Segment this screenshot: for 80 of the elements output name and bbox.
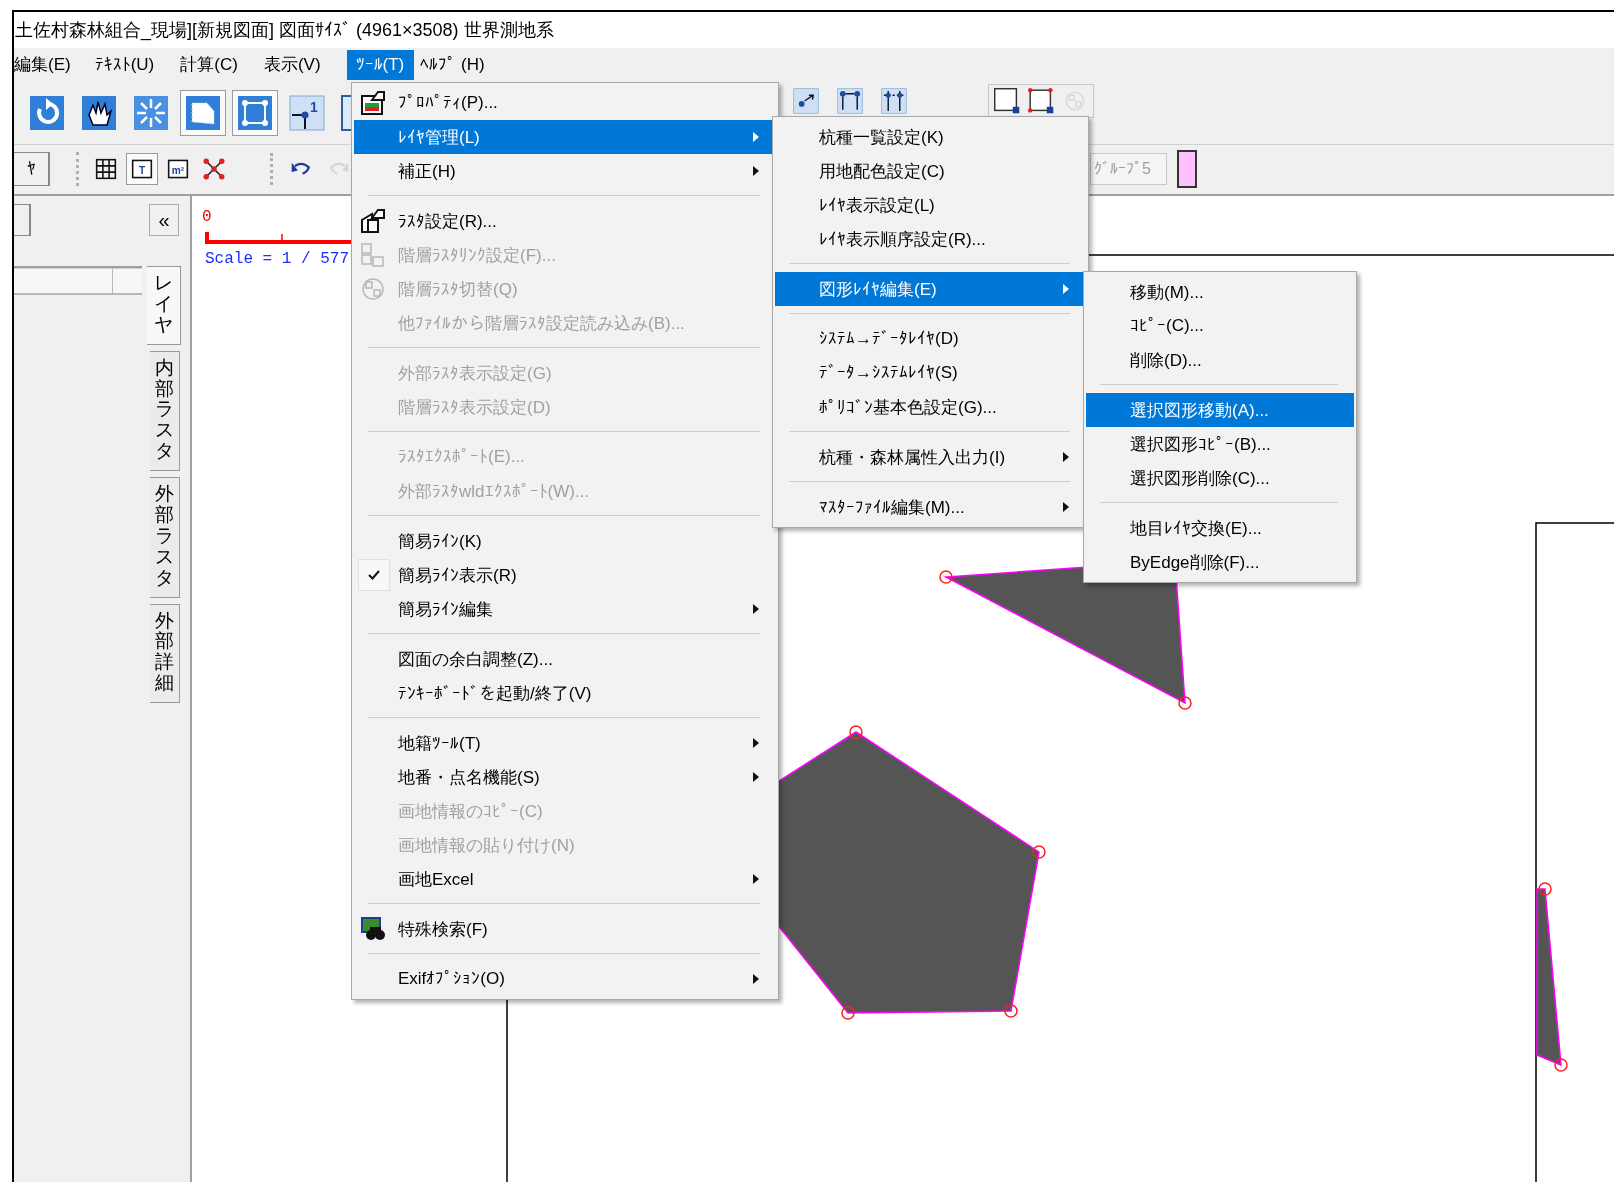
corner-nodes-icon: [1028, 88, 1054, 114]
menu-item[interactable]: ﾎﾟﾘｺﾞﾝ基本色設定(G)...: [775, 390, 1086, 424]
corner-nodes-button[interactable]: [1027, 87, 1055, 115]
menu-item[interactable]: 選択図形削除(C)...: [1086, 461, 1354, 495]
menu-item[interactable]: 地目ﾚｲﾔ交換(E)...: [1086, 511, 1354, 545]
menu-item[interactable]: ﾌﾟﾛﾊﾟﾃｨ(P)...: [354, 86, 776, 120]
node-dots-button[interactable]: [880, 87, 908, 115]
toolbar-grip: [76, 152, 82, 186]
menu-item[interactable]: ﾗｽﾀ設定(R)...: [354, 204, 776, 238]
raster-document-icon: [360, 208, 386, 234]
linked-frames-icon: [360, 242, 386, 268]
submenu-arrow-icon: [752, 737, 760, 749]
menu-item[interactable]: ﾃﾞｰﾀ→ｼｽﾃﾑﾚｲﾔ(S): [775, 356, 1086, 390]
menu-item[interactable]: 杭種一覧設定(K): [775, 120, 1086, 154]
circular-frames-icon: [360, 276, 386, 302]
menu-item[interactable]: 選択図形移動(A)...: [1086, 393, 1354, 427]
layer-button[interactable]: ﾔ: [14, 152, 50, 186]
menu-item[interactable]: 用地配色設定(C): [775, 154, 1086, 188]
submenu-arrow-icon: [1062, 283, 1070, 295]
node-link-button[interactable]: [836, 87, 864, 115]
menu-bar-item[interactable]: ﾂｰﾙ(T): [346, 50, 415, 80]
menu-item[interactable]: 選択図形ｺﾋﾟｰ(B)...: [1086, 427, 1354, 461]
submenu-arrow-icon: [752, 165, 760, 177]
menu-item[interactable]: ﾏｽﾀｰﾌｧｲﾙ編集(M)...: [775, 490, 1086, 524]
panel-button[interactable]: [14, 204, 31, 236]
menu-item[interactable]: Exifｵﾌﾟｼｮﾝ(O): [354, 962, 776, 996]
node-arrow-button[interactable]: [792, 87, 820, 115]
menu-item[interactable]: ｼｽﾃﾑ→ﾃﾞｰﾀﾚｲﾔ(D): [775, 322, 1086, 356]
starburst-icon: [133, 95, 169, 131]
menu-item[interactable]: 地籍ﾂｰﾙ(T): [354, 726, 776, 760]
side-tab[interactable]: 外部ラスタ: [150, 477, 180, 598]
side-tab[interactable]: レイヤ: [147, 266, 181, 345]
menu-bar-item[interactable]: ﾃｷｽﾄ(U): [94, 50, 167, 80]
menu-item[interactable]: ﾚｲﾔ表示順序設定(R)...: [775, 222, 1086, 256]
square-nodes-button[interactable]: [232, 90, 278, 136]
menu-item[interactable]: 簡易ﾗｲﾝ表示(R): [354, 558, 776, 592]
submenu-arrow-icon: [752, 131, 760, 143]
menu-item[interactable]: 簡易ﾗｲﾝ編集: [354, 592, 776, 626]
menu-item[interactable]: 地番・点名機能(S): [354, 760, 776, 794]
menu-item[interactable]: 図面の余白調整(Z)...: [354, 642, 776, 676]
menu-item[interactable]: 画地Excel: [354, 862, 776, 896]
side-tab[interactable]: 内部ラスタ: [150, 350, 180, 472]
menu-bar-item[interactable]: ﾍﾙﾌﾟ (H): [420, 50, 497, 80]
shape-frame-icon: [185, 95, 221, 131]
menu-bar-item[interactable]: 表示(V): [263, 50, 333, 80]
color-swatch[interactable]: [1177, 150, 1197, 188]
submenu-arrow-icon: [752, 603, 760, 615]
submenu-arrow-icon: [752, 873, 760, 885]
side-tab[interactable]: 外部詳細: [150, 603, 180, 704]
menu-item[interactable]: ﾚｲﾔ表示設定(L): [775, 188, 1086, 222]
submenu-arrow-icon: [1062, 501, 1070, 513]
scale-label: Scale = 1 / 577: [205, 250, 350, 268]
binoculars-icon: [360, 916, 386, 942]
submenu-arrow-icon: [1062, 451, 1070, 463]
menu-bar-item[interactable]: 編集(E): [14, 50, 83, 80]
menu-item[interactable]: ｺﾋﾟｰ(C)...: [1086, 309, 1354, 343]
menu-item[interactable]: 特殊検索(F): [354, 912, 776, 946]
node-link-icon: [837, 88, 863, 114]
window-picture-icon: [360, 90, 386, 116]
scale-origin-label: 0: [202, 208, 212, 226]
menu-item[interactable]: ByEdge削除(F)...: [1086, 545, 1354, 579]
square-frame-icon: [994, 88, 1020, 114]
menu-item[interactable]: 削除(D)...: [1086, 343, 1354, 377]
square-nodes-icon: [237, 95, 273, 131]
menu-item[interactable]: 簡易ﾗｲﾝ(K): [354, 524, 776, 558]
node-dots-icon: [881, 88, 907, 114]
shape-frame-button[interactable]: [180, 90, 226, 136]
area-frame-button[interactable]: m²: [162, 153, 194, 185]
square-frame-button[interactable]: [993, 87, 1021, 115]
collapse-button[interactable]: «: [149, 204, 179, 236]
menu-bar-item[interactable]: 計算(C): [180, 50, 250, 80]
text-frame-button[interactable]: T: [126, 153, 158, 185]
hand-icon: [81, 95, 117, 131]
menu-item[interactable]: ﾃﾝｷｰﾎﾞｰﾄﾞを起動/終了(V): [354, 676, 776, 710]
menu-item[interactable]: 杭種・森林属性入出力(I): [775, 440, 1086, 474]
menu-item[interactable]: 補正(H): [354, 154, 776, 188]
submenu-arrow-icon: [752, 973, 760, 985]
submenu-arrow-icon: [752, 771, 760, 783]
menu-item[interactable]: 移動(M)...: [1086, 275, 1354, 309]
menu-item[interactable]: 図形ﾚｲﾔ編集(E): [775, 272, 1086, 306]
